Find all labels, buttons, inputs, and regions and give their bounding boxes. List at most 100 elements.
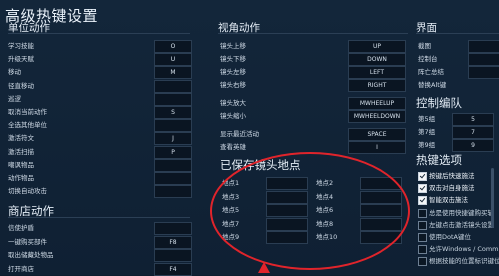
- hotkey-field[interactable]: P: [154, 145, 192, 159]
- unit-action-row: 激活符文 J: [8, 132, 192, 146]
- hotkey-option[interactable]: 允许Windows / Comma: [418, 244, 499, 255]
- interface-label: 阵亡总结: [418, 68, 444, 76]
- divider: [8, 217, 190, 218]
- hotkey-field[interactable]: 5: [452, 113, 494, 126]
- camera-action-label: 镜头缩小: [220, 112, 246, 120]
- hotkey-field[interactable]: [154, 249, 192, 262]
- hotkey-field[interactable]: 9: [452, 139, 494, 152]
- hotkey-option-label: 根据技能的位置标识键位: [429, 257, 499, 266]
- hotkey-field[interactable]: MWHEELDOWN: [348, 110, 406, 123]
- hotkey-field[interactable]: [154, 222, 192, 235]
- hotkey-option[interactable]: 总是使用快捷键购买辅: [418, 208, 499, 219]
- advanced-hotkey-settings-panel: 高级热键设置 单位动作 学习技能 O 升级天赋 U 移动 M 径直移动 巡逻 取消当前动作 S 全选…: [0, 0, 499, 276]
- unit-action-row-label: 切换自动攻击: [8, 187, 47, 196]
- hotkey-field[interactable]: RIGHT: [348, 79, 406, 92]
- control-group-label: 第9组: [418, 141, 436, 149]
- highlight-arrow: [258, 262, 270, 273]
- hotkey-field[interactable]: [154, 79, 192, 93]
- hotkey-field[interactable]: [154, 158, 192, 172]
- camera-action-label: 显示最近活动: [220, 130, 259, 138]
- hotkey-option[interactable]: 智能双击施法: [418, 195, 499, 206]
- hotkey-field[interactable]: F8: [154, 235, 192, 249]
- hotkey-option[interactable]: 左键点击激活镜头设置: [418, 220, 499, 231]
- control-group-row: 第5组 5: [418, 113, 499, 126]
- shop-action-row-label: 打开商店: [8, 264, 34, 273]
- shop-action-row-label: 取出储藏处物品: [8, 251, 54, 259]
- control-group-row: 第7组 7: [418, 126, 499, 139]
- unit-action-row-label: 全选其他单位: [8, 121, 47, 130]
- camera-action-label: 镜头放大: [220, 99, 246, 107]
- hotkey-option-label: 允许Windows / Comma: [429, 245, 499, 254]
- checkbox[interactable]: [418, 245, 427, 255]
- unit-action-row: 嘲讽物品: [8, 158, 192, 172]
- hotkey-field[interactable]: [154, 92, 192, 106]
- hotkey-options-heading: 热键选项: [416, 153, 462, 167]
- hotkey-option[interactable]: 双击对自身施法: [418, 183, 499, 194]
- hotkey-field[interactable]: U: [154, 53, 192, 67]
- camera-action-label: 镜头左移: [220, 68, 246, 76]
- options-scrollbar[interactable]: [491, 168, 494, 228]
- interface-row: 控制台: [418, 53, 499, 66]
- checkbox[interactable]: [418, 257, 427, 267]
- hotkey-field[interactable]: [468, 53, 499, 66]
- control-groups-heading: 控制编队: [416, 96, 462, 110]
- hotkey-field[interactable]: 7: [452, 126, 494, 139]
- camera-action-label: 查看英雄: [220, 143, 246, 151]
- checkbox[interactable]: [418, 172, 427, 181]
- unit-action-row: 全选其他单位: [8, 119, 192, 133]
- camera-action-row: 镜头缩小 MWHEELDOWN: [220, 110, 410, 123]
- checkbox[interactable]: [418, 208, 427, 218]
- camera-action-row: 镜头右移 RIGHT: [220, 79, 410, 92]
- unit-action-row: 径直移动: [8, 79, 192, 93]
- hotkey-option[interactable]: 根据技能的位置标识键位: [418, 256, 499, 267]
- hotkey-field[interactable]: [154, 185, 192, 199]
- hotkey-field[interactable]: UP: [348, 40, 406, 53]
- hotkey-field[interactable]: O: [154, 40, 192, 53]
- control-group-row: 第9组 9: [418, 139, 499, 152]
- hotkey-field[interactable]: J: [154, 132, 192, 146]
- hotkey-field[interactable]: LEFT: [348, 66, 406, 79]
- camera-action-row: 镜头上移 UP: [220, 40, 410, 53]
- hotkey-field[interactable]: MWHEELUP: [348, 97, 406, 110]
- divider: [8, 33, 190, 34]
- unit-action-row: 巡逻: [8, 92, 192, 106]
- unit-action-row-label: 激活扫描: [8, 147, 34, 156]
- divider: [218, 33, 408, 34]
- interface-label: 替换Alt键: [418, 81, 447, 89]
- hotkey-field[interactable]: S: [154, 106, 192, 119]
- shop-action-row: 取出储藏处物品: [8, 249, 192, 262]
- unit-action-row-label: 激活符文: [8, 134, 34, 143]
- hotkey-field[interactable]: [468, 66, 499, 79]
- hotkey-option[interactable]: 按键后快速施法: [418, 171, 499, 182]
- hotkey-field[interactable]: [154, 172, 192, 185]
- shop-action-row: 打开商店 F4: [8, 262, 192, 276]
- checkbox[interactable]: [418, 184, 427, 194]
- unit-action-row-label: 取消当前动作: [8, 108, 47, 116]
- unit-action-row-label: 学习技能: [8, 42, 34, 50]
- unit-action-row-label: 径直移动: [8, 81, 34, 90]
- hotkey-option-label: 总是使用快捷键购买辅: [429, 208, 494, 217]
- hotkey-field[interactable]: I: [348, 141, 406, 154]
- camera-action-label: 镜头下移: [220, 55, 246, 63]
- hotkey-field[interactable]: DOWN: [348, 53, 406, 66]
- shop-action-row-label: 一键购买部件: [8, 237, 47, 246]
- hotkey-option[interactable]: 使用DotA键位: [418, 232, 499, 243]
- hotkey-field[interactable]: F4: [154, 262, 192, 276]
- checkbox[interactable]: [418, 233, 427, 242]
- camera-action-row: 显示最近活动 SPACE: [220, 128, 410, 141]
- hotkey-field[interactable]: [468, 40, 499, 53]
- hotkey-field[interactable]: [154, 119, 192, 133]
- unit-action-row: 动作物品: [8, 172, 192, 185]
- unit-action-row-label: 巡逻: [8, 94, 21, 103]
- divider: [416, 33, 499, 34]
- interface-label: 控制台: [418, 55, 438, 63]
- hotkey-field[interactable]: SPACE: [348, 128, 406, 141]
- camera-action-label: 镜头上移: [220, 42, 246, 50]
- hotkey-option-label: 按键后快速施法: [429, 172, 475, 180]
- checkbox[interactable]: [418, 220, 427, 230]
- unit-action-row: 取消当前动作 S: [8, 106, 192, 119]
- highlight-oval: [210, 152, 410, 270]
- hotkey-field[interactable]: M: [154, 66, 192, 80]
- checkbox[interactable]: [418, 196, 427, 206]
- shop-action-row: 信使护盾: [8, 222, 192, 235]
